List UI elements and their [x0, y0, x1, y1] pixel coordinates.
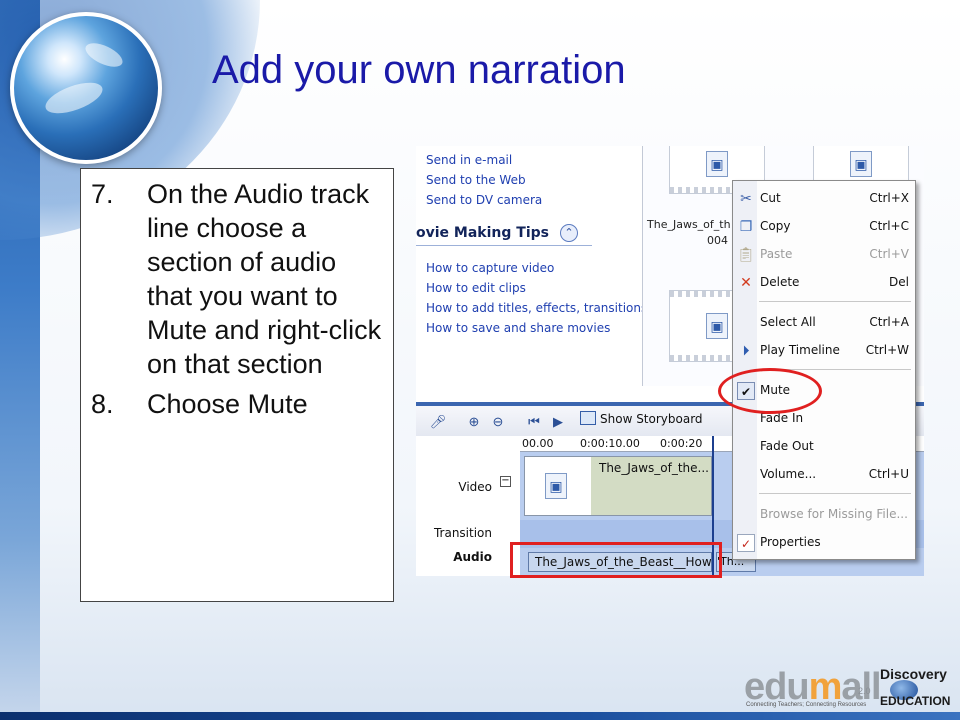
task-pane: Send in e-mail Send to the Web Send to D…	[416, 146, 647, 396]
zoom-in-icon[interactable]: ⊕	[464, 412, 484, 432]
task-link-send-web[interactable]: Send to the Web	[416, 170, 646, 190]
ruler-tick: 0:00:10.00	[580, 437, 640, 450]
menu-item-copy[interactable]: ❐ Copy Ctrl+C	[733, 215, 917, 239]
bottom-bar	[0, 712, 960, 720]
step-text: On the Audio track line choose a section…	[147, 179, 382, 379]
earth-globe-image	[10, 12, 162, 164]
tip-link-capture[interactable]: How to capture video	[416, 258, 647, 278]
video-clip-icon: ▣	[850, 151, 872, 177]
task-link-send-email[interactable]: Send in e-mail	[416, 150, 646, 170]
step-8: 8. Choose Mute	[91, 387, 383, 421]
collapse-minus-icon[interactable]: −	[500, 476, 511, 487]
step-7: 7. On the Audio track line choose a sect…	[91, 177, 383, 381]
tip-link-edit[interactable]: How to edit clips	[416, 278, 647, 298]
slide-title: Add your own narration	[212, 48, 626, 92]
menu-item-browse-missing-file: Browse for Missing File...	[760, 507, 908, 521]
tip-link-save[interactable]: How to save and share movies	[416, 318, 647, 338]
show-storyboard-button[interactable]: Show Storyboard	[580, 411, 703, 426]
clip-label: The_Jaws_of_th	[647, 218, 731, 231]
menu-item-delete[interactable]: ✕ Delete Del	[733, 271, 917, 295]
footer-logos: edumall 2.0 Connecting Teachers; Connect…	[744, 664, 956, 712]
track-labels: Video − Transition Audio	[416, 452, 520, 576]
track-label-video: Video	[458, 480, 492, 494]
zoom-out-icon[interactable]: ⊖	[488, 412, 508, 432]
menu-item-play-timeline[interactable]: ⏵ Play Timeline Ctrl+W	[733, 339, 917, 363]
discovery-education-logo: Discovery EDUCATION	[880, 666, 951, 708]
play-icon[interactable]: ▶	[548, 412, 568, 432]
paste-icon: 📋︎	[737, 247, 755, 263]
instructions-box: 7. On the Audio track line choose a sect…	[80, 168, 394, 602]
play-circle-icon: ⏵	[742, 343, 750, 359]
track-label-transition: Transition	[433, 526, 492, 540]
menu-item-paste: 📋︎ Paste Ctrl+V	[737, 247, 909, 263]
rewind-icon[interactable]: ⏮	[524, 412, 544, 432]
tips-header: ovie Making Tips	[416, 220, 592, 246]
menu-item-cut[interactable]: ✂ Cut Ctrl+X	[733, 187, 917, 211]
collapse-chevron-icon[interactable]: ⌃	[560, 224, 578, 242]
ruler-tick: 00.00	[522, 437, 554, 450]
menu-item-select-all[interactable]: Select All Ctrl+A	[733, 311, 917, 335]
step-number: 8.	[91, 389, 114, 419]
edumall-tagline: Connecting Teachers; Connecting Resource…	[746, 702, 867, 708]
menu-item-properties[interactable]: ✓ Properties	[733, 531, 917, 555]
step-text: Choose Mute	[147, 389, 308, 419]
scissors-icon: ✂	[740, 191, 752, 207]
video-track-clip[interactable]: ▣ The_Jaws_of_the...	[524, 456, 712, 516]
tip-link-titles[interactable]: How to add titles, effects, transitions	[416, 298, 647, 318]
task-link-send-dv[interactable]: Send to DV camera	[416, 190, 646, 210]
step-number: 7.	[91, 179, 114, 209]
menu-item-fade-out[interactable]: Fade Out	[733, 435, 917, 459]
ruler-tick: 0:00:20	[660, 437, 703, 450]
properties-icon: ✓	[737, 534, 755, 552]
video-clip-icon: ▣	[545, 473, 567, 499]
narrate-mic-icon[interactable]: 🎤︎	[428, 412, 448, 432]
menu-item-volume[interactable]: Volume... Ctrl+U	[733, 463, 917, 487]
video-clip-title: The_Jaws_of_the...	[599, 461, 709, 475]
video-clip-icon: ▣	[706, 313, 728, 339]
delete-x-icon: ✕	[740, 275, 752, 291]
track-label-audio: Audio	[453, 550, 492, 564]
copy-icon: ❐	[739, 219, 753, 235]
storyboard-icon	[580, 411, 596, 425]
clip-label-number: 004	[707, 234, 728, 247]
video-clip-icon: ▣	[706, 151, 728, 177]
audio-clip-highlight	[510, 542, 722, 578]
mute-highlight-circle	[718, 368, 822, 414]
edumall-version: 2.0	[858, 686, 871, 696]
